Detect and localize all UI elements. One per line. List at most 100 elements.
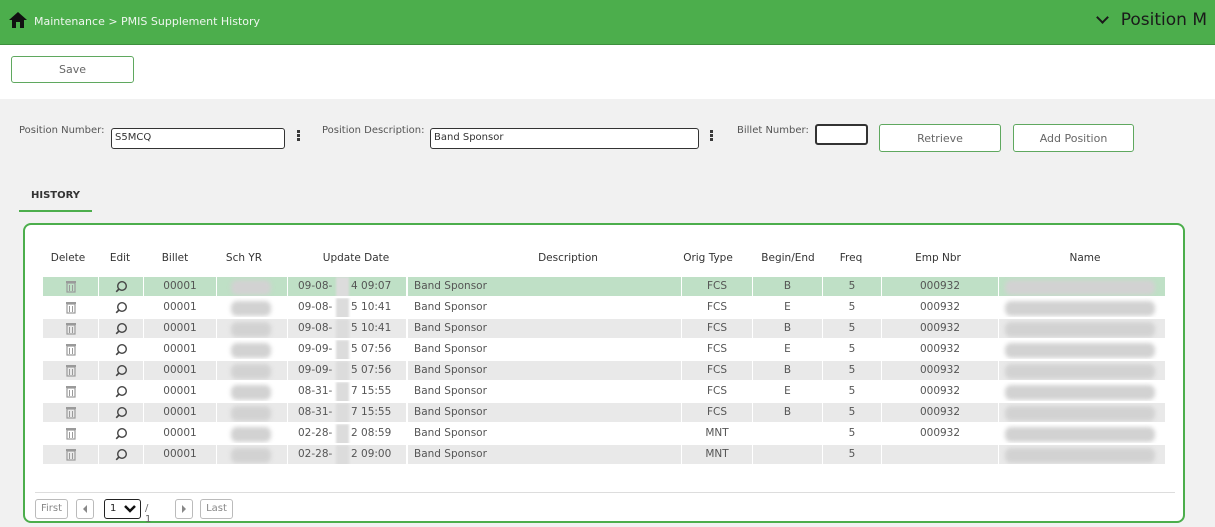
table-row[interactable]: 00001 08-31- 7 15:55 Band Sponsor FCS B 5 00093… [25, 402, 1165, 423]
update-date-cell: 09-09- 5 07:56 [288, 361, 406, 380]
billet-cell: 00001 [144, 361, 216, 380]
last-page-button[interactable]: Last [200, 499, 233, 519]
edit-cell [99, 277, 143, 296]
emp-nbr-cell: 000932 [882, 319, 998, 338]
page-title-text: Position M [1120, 10, 1207, 30]
trash-icon[interactable] [65, 322, 77, 335]
update-date-part: 7 15:55 [351, 406, 392, 418]
delete-cell [43, 277, 98, 296]
table-row[interactable]: 00001 08-31- 7 15:55 Band Sponsor FCS E 5 00093… [25, 381, 1165, 402]
page-select-value: 1 [110, 503, 117, 514]
table-row[interactable]: 00001 09-08- 5 10:41 Band Sponsor FCS B 5 00093… [25, 318, 1165, 339]
page-select[interactable]: 1 [104, 499, 141, 519]
delete-cell [43, 319, 98, 338]
trash-icon[interactable] [65, 280, 77, 293]
search-icon[interactable] [115, 448, 128, 461]
search-icon[interactable] [115, 280, 128, 293]
orig-type-cell: FCS [682, 382, 752, 401]
orig-type-cell: FCS [682, 361, 752, 380]
update-date-part: 5 07:56 [351, 343, 392, 355]
update-date-cell: 09-08- 4 09:07 [288, 277, 406, 296]
column-header[interactable]: Description [518, 252, 618, 264]
more-vertical-icon[interactable] [710, 130, 713, 142]
trash-icon[interactable] [65, 385, 77, 398]
edit-cell [99, 382, 143, 401]
column-header[interactable]: Update Date [306, 252, 406, 264]
column-header[interactable]: Emp Nbr [888, 252, 988, 264]
table-row[interactable]: 00001 09-09- 5 07:56 Band Sponsor FCS E 5 00093… [25, 339, 1165, 360]
search-icon[interactable] [115, 301, 128, 314]
description-cell: Band Sponsor [408, 445, 681, 464]
search-icon[interactable] [115, 343, 128, 356]
chevron-right-icon [182, 505, 186, 513]
update-date-cell: 09-09- 5 07:56 [288, 340, 406, 359]
begin-end-cell [753, 424, 822, 443]
page-title[interactable]: Position M [1095, 10, 1207, 30]
delete-cell [43, 424, 98, 443]
begin-end-cell [753, 445, 822, 464]
position-number-field[interactable]: S5MCQ [111, 128, 285, 149]
description-cell: Band Sponsor [408, 361, 681, 380]
trash-icon[interactable] [65, 343, 77, 356]
update-date-part: 02-28- [298, 448, 333, 460]
sch-yr-cell [217, 382, 287, 401]
update-date-part: 09-09- [298, 364, 333, 376]
chevron-down-icon[interactable] [1095, 11, 1109, 24]
search-icon[interactable] [115, 364, 128, 377]
billet-number-field[interactable] [815, 124, 868, 145]
billet-cell: 00001 [144, 403, 216, 422]
add-position-button[interactable]: Add Position [1013, 124, 1134, 152]
more-vertical-icon[interactable] [297, 130, 300, 142]
trash-icon[interactable] [65, 427, 77, 440]
column-header[interactable]: Sch YR [194, 252, 294, 264]
table-row[interactable]: 00001 02-28- 2 09:00 Band Sponsor MNT 5 [25, 444, 1165, 465]
table-row[interactable]: 00001 09-08- 5 10:41 Band Sponsor FCS E 5 00093… [25, 297, 1165, 318]
retrieve-button[interactable]: Retrieve [879, 124, 1001, 152]
update-date-part: 7 15:55 [351, 385, 392, 397]
position-description-field[interactable]: Band Sponsor [430, 128, 699, 149]
edit-cell [99, 361, 143, 380]
name-cell [999, 319, 1165, 338]
delete-cell [43, 445, 98, 464]
description-cell: Band Sponsor [408, 277, 681, 296]
history-panel: Delete Edit Billet Sch YR Update Date Descrip… [23, 223, 1185, 525]
search-icon[interactable] [115, 406, 128, 419]
page-count: / 1 [145, 503, 152, 525]
edit-cell [99, 445, 143, 464]
billet-cell: 00001 [144, 424, 216, 443]
table-row[interactable]: 00001 09-08- 4 09:07 Band Sponsor FCS B 5 00093… [25, 276, 1165, 297]
edit-cell [99, 424, 143, 443]
search-icon[interactable] [115, 385, 128, 398]
search-icon[interactable] [115, 427, 128, 440]
tab-history[interactable]: HISTORY [19, 190, 92, 212]
next-page-button[interactable] [175, 499, 193, 519]
previous-page-button[interactable] [76, 499, 94, 519]
trash-icon[interactable] [65, 448, 77, 461]
table-row[interactable]: 00001 09-09- 5 07:56 Band Sponsor FCS B 5 00093… [25, 360, 1165, 381]
orig-type-cell: MNT [682, 445, 752, 464]
table-row[interactable]: 00001 02-28- 2 08:59 Band Sponsor MNT 5 000932 [25, 423, 1165, 444]
freq-cell: 5 [823, 424, 881, 443]
billet-cell: 00001 [144, 340, 216, 359]
update-date-part: 5 10:41 [351, 322, 392, 334]
name-cell [999, 424, 1165, 443]
update-date-cell: 02-28- 2 08:59 [288, 424, 406, 443]
search-icon[interactable] [115, 322, 128, 335]
freq-cell: 5 [823, 361, 881, 380]
first-page-button[interactable]: First [35, 499, 68, 519]
freq-cell: 5 [823, 277, 881, 296]
edit-cell [99, 403, 143, 422]
column-header[interactable]: Freq [801, 252, 901, 264]
column-header[interactable]: Name [1035, 252, 1135, 264]
trash-icon[interactable] [65, 364, 77, 377]
name-cell [999, 445, 1165, 464]
trash-icon[interactable] [65, 301, 77, 314]
trash-icon[interactable] [65, 406, 77, 419]
update-date-part: 02-28- [298, 427, 333, 439]
begin-end-cell: B [753, 277, 822, 296]
orig-type-cell: FCS [682, 319, 752, 338]
position-number-label: Position Number: [19, 125, 105, 136]
save-button[interactable]: Save [11, 56, 134, 83]
home-icon[interactable] [8, 10, 28, 30]
freq-cell: 5 [823, 382, 881, 401]
